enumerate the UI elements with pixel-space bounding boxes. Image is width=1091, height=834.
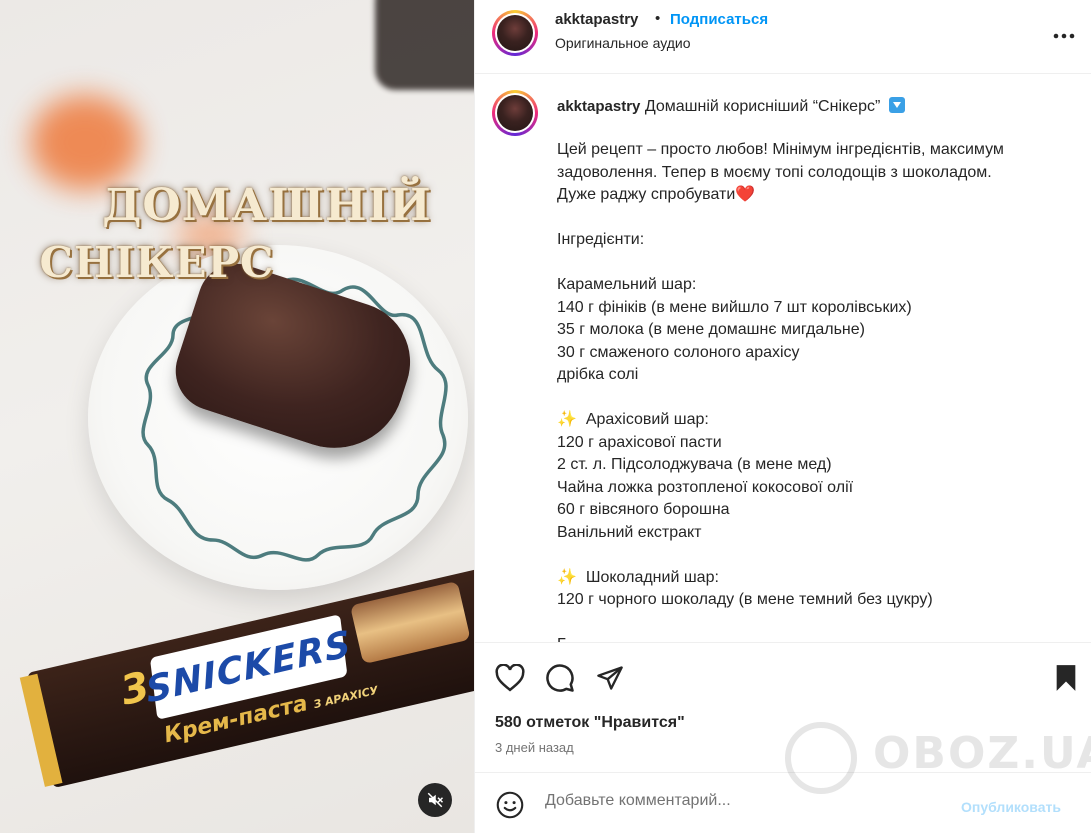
like-button[interactable]	[493, 661, 527, 695]
likes-count[interactable]: 580 отметок "Нравится"	[495, 714, 685, 732]
comment-bubble-icon	[546, 664, 574, 692]
bookmark-filled-icon	[1056, 665, 1076, 691]
more-horizontal-icon	[1053, 33, 1075, 39]
paper-plane-icon	[597, 666, 623, 690]
caption-line: Дуже раджу спробувати❤️	[557, 186, 756, 203]
sparkle-emoji-icon: ✨	[557, 568, 577, 586]
caption-line: Цей рецепт – просто любов! Мінімум інгре…	[557, 141, 1004, 158]
share-button[interactable]	[593, 661, 627, 695]
smiley-icon	[496, 791, 524, 819]
follow-button[interactable]: Подписаться	[670, 11, 768, 28]
author-username[interactable]: akktapastry	[555, 11, 638, 28]
background-orange-blur	[30, 95, 140, 190]
media-overlay-title-line2: СНІКЕРС	[39, 238, 275, 287]
caption-line: 30 г смаженого солоного арахісу	[557, 343, 800, 361]
caption-line: задоволення. Тепер в моєму топі солодощі…	[557, 163, 992, 181]
post-header: akktapastry • Подписаться Оригинальное а…	[475, 0, 1091, 74]
author-avatar[interactable]	[492, 10, 538, 56]
caption-line	[557, 252, 1077, 275]
caption-line: 60 г вівсяного борошна	[557, 501, 730, 518]
caption-scroll-area[interactable]: akktapastry Домашній корисніший “Снікерс…	[475, 74, 1091, 642]
caption-line: ✨ Шоколадний шар:	[557, 568, 719, 586]
caption-line: Ванільний екстракт	[557, 523, 702, 541]
post-side-panel: akktapastry • Подписаться Оригинальное а…	[474, 0, 1091, 833]
media-overlay-title-line1: ДОМАШНІЙ	[102, 180, 432, 231]
caption-line: Чайна ложка розтопленої кокосової олії	[557, 478, 854, 496]
sparkle-emoji-icon: ✨	[557, 411, 577, 428]
background-box	[375, 0, 474, 90]
caption-line	[557, 207, 1077, 230]
caption-line: 120 г чорного шоколаду (в мене темний бе…	[557, 591, 933, 608]
caption-line: 2 ст. л. Підсолоджувача (в мене мед)	[557, 456, 832, 473]
caption-line: 140 г фініків (в мене вийшло 7 шт королі…	[557, 298, 912, 316]
original-audio-link[interactable]: Оригинальное аудио	[555, 35, 691, 51]
caption-line: Карамельний шар:	[557, 276, 697, 293]
caption-text: Цей рецепт – просто любов! Мінімум інгре…	[557, 139, 1077, 642]
caption-line	[557, 544, 1077, 567]
down-arrow-badge-icon	[888, 97, 905, 113]
caption-username[interactable]: akktapastry	[557, 98, 640, 115]
speaker-muted-icon	[427, 792, 444, 808]
publish-button[interactable]: Опубликовать	[961, 799, 1061, 815]
caption-line: Г	[557, 634, 1077, 642]
caption-line	[557, 612, 1077, 635]
comment-input[interactable]	[543, 791, 947, 811]
caption-line: ✨ Арахісовий шар:	[557, 411, 709, 428]
avatar-photo	[497, 15, 533, 51]
post-date[interactable]: 3 дней назад	[495, 740, 574, 755]
separator-dot: •	[655, 10, 661, 27]
caption-line: 120 г арахісової пасти	[557, 433, 722, 451]
caption-line: Інгредієнти:	[557, 231, 645, 248]
post-actions: 580 отметок "Нравится" 3 дней назад	[475, 642, 1091, 773]
caption-title: Домашній корисніший “Снікерс”	[644, 98, 881, 115]
comment-composer: Опубликовать	[475, 772, 1091, 834]
mute-button[interactable]	[418, 783, 452, 817]
caption-line: 35 г молока (в мене домашнє мигдальне)	[557, 321, 865, 338]
avatar-photo	[497, 95, 533, 131]
caption-line	[557, 387, 1077, 410]
heart-emoji-icon: ❤️	[735, 186, 756, 203]
comment-button[interactable]	[543, 661, 577, 695]
caption-line: дрібка солі	[557, 366, 639, 383]
caption-header: akktapastry Домашній корисніший “Снікерс…	[557, 97, 905, 116]
caption-author-avatar[interactable]	[492, 90, 538, 136]
save-button[interactable]	[1051, 661, 1081, 695]
post-media[interactable]: ДОМАШНІЙ СНІКЕРС 3 SNICKERS Крем-паста З …	[0, 0, 474, 833]
heart-outline-icon	[495, 664, 525, 692]
more-options-button[interactable]	[1053, 22, 1075, 45]
emoji-button[interactable]	[495, 790, 525, 820]
